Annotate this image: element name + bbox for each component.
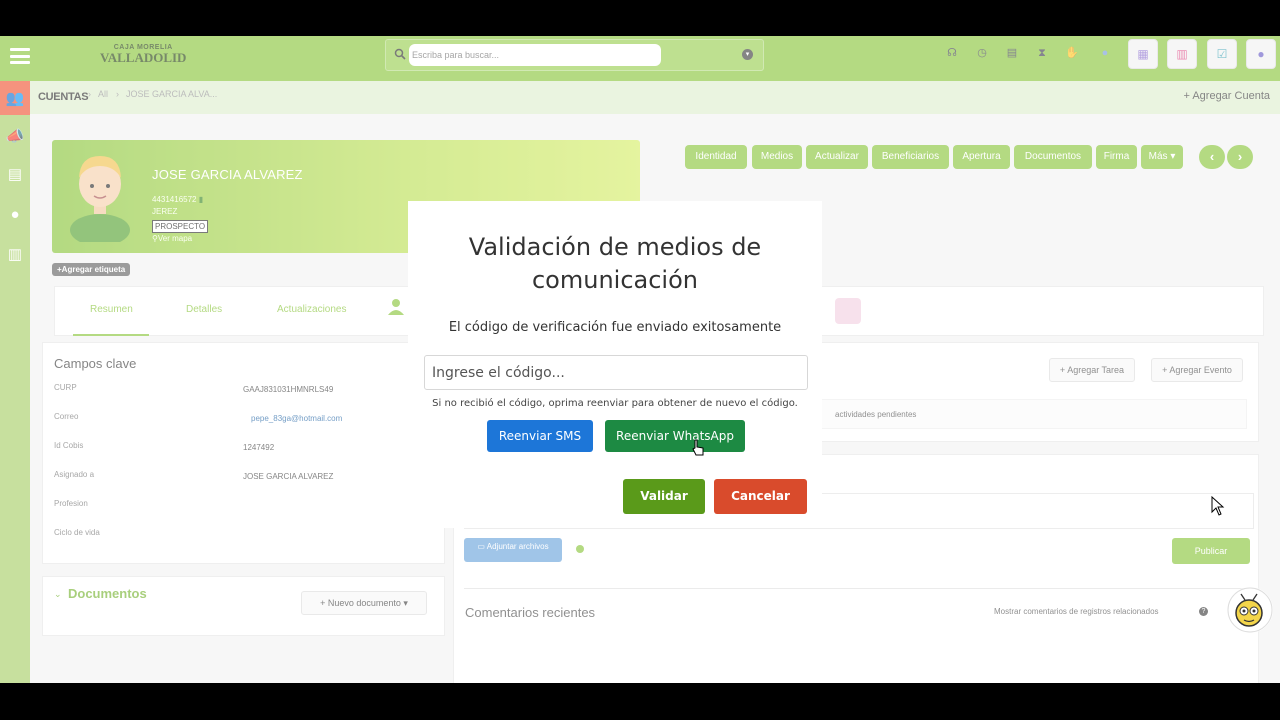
verification-modal: Validación de medios de comunicación El … [408, 201, 822, 528]
verification-code-input[interactable] [424, 355, 808, 390]
hand-cursor-icon [692, 439, 704, 456]
modal-title-line2: comunicación [531, 266, 698, 294]
arrow-cursor-icon [1211, 496, 1225, 516]
resend-sms-button[interactable]: Reenviar SMS [487, 420, 593, 452]
cancel-button[interactable]: Cancelar [714, 479, 807, 514]
assistant-mascot[interactable] [1227, 587, 1273, 633]
validate-button[interactable]: Validar [623, 479, 705, 514]
resend-whatsapp-button[interactable]: Reenviar WhatsApp [605, 420, 745, 452]
modal-title-line1: Validación de medios de [468, 233, 762, 261]
modal-subtitle: El código de verificación fue enviado ex… [448, 320, 782, 335]
crm-app: CAJA MORELIA VALLADOLID ▾ ☊ ◷ ▤ ⧗ ✋ ● ▦ … [0, 36, 1280, 683]
modal-title: Validación de medios de comunicación [408, 231, 822, 297]
resend-hint: Si no recibió el código, oprima reenviar… [432, 398, 798, 409]
